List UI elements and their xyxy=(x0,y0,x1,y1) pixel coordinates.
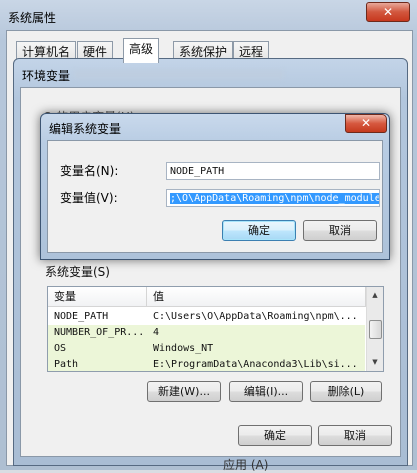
tab-advanced[interactable]: 高级 xyxy=(123,38,160,63)
row-value: E:\ProgramData\Anaconda3\Lib\si... xyxy=(153,359,358,370)
column-header-value[interactable]: 值 xyxy=(147,287,366,307)
dialog-title: 环境变量 xyxy=(22,69,71,83)
window-title: 系统属性 xyxy=(8,11,57,25)
dialog-client-area: 变量名(N): NODE_PATH 变量值(V): ;\O\AppData\Ro… xyxy=(47,140,383,253)
delete-variable-button[interactable]: 删除(L) xyxy=(310,381,382,402)
vertical-scrollbar[interactable]: ▲ ▼ xyxy=(366,287,383,371)
ok-button[interactable]: 确定 xyxy=(222,220,296,241)
table-row[interactable]: NUMBER_OF_PR... 4 xyxy=(48,325,365,341)
variable-name-input[interactable]: NODE_PATH xyxy=(166,162,380,180)
row-value: 4 xyxy=(153,327,160,338)
row-name: Path xyxy=(54,359,79,370)
row-name: NODE_PATH xyxy=(54,311,109,322)
selected-text: ;\O\AppData\Roaming\npm\node_modules xyxy=(170,193,379,204)
close-button[interactable]: ✕ xyxy=(366,2,410,22)
blurred-title-reflection xyxy=(74,70,284,79)
scroll-down-icon[interactable]: ▼ xyxy=(368,355,382,369)
edit-system-variable-dialog: 编辑系统变量 ✕ 变量名(N): NODE_PATH 变量值(V): ;\O\A… xyxy=(40,113,390,260)
close-icon: ✕ xyxy=(382,5,394,19)
row-value: C:\Users\O\AppData\Roaming\npm\... xyxy=(153,311,358,322)
apply-button-partial[interactable]: 应用 (A) xyxy=(223,456,268,473)
variable-value-input[interactable]: ;\O\AppData\Roaming\npm\node_modules xyxy=(166,189,380,207)
system-variables-label: 系统变量(S) xyxy=(45,265,110,279)
variable-value-label: 变量值(V): xyxy=(60,191,118,205)
cancel-button[interactable]: 取消 xyxy=(318,425,392,446)
dialog-title: 编辑系统变量 xyxy=(49,122,122,136)
table-row[interactable]: NODE_PATH C:\Users\O\AppData\Roaming\npm… xyxy=(48,309,365,325)
column-header-name[interactable]: 变量 xyxy=(48,287,147,307)
close-icon: ✕ xyxy=(360,116,372,130)
system-variables-list[interactable]: 变量 值 NODE_PATH C:\Users\O\AppData\Roamin… xyxy=(47,286,384,372)
table-row[interactable]: OS Windows_NT xyxy=(48,341,365,357)
variable-name-label: 变量名(N): xyxy=(60,164,119,178)
close-button[interactable]: ✕ xyxy=(345,114,387,133)
new-variable-button[interactable]: 新建(W)... xyxy=(147,381,221,402)
edit-variable-button[interactable]: 编辑(I)... xyxy=(229,381,303,402)
cancel-button[interactable]: 取消 xyxy=(303,220,377,241)
ok-button[interactable]: 确定 xyxy=(238,425,312,446)
scroll-up-icon[interactable]: ▲ xyxy=(368,288,382,302)
scroll-thumb[interactable] xyxy=(369,320,382,339)
row-value: Windows_NT xyxy=(153,343,214,354)
table-row[interactable]: Path E:\ProgramData\Anaconda3\Lib\si... xyxy=(48,357,365,371)
row-name: OS xyxy=(54,343,67,354)
row-name: NUMBER_OF_PR... xyxy=(54,327,145,338)
